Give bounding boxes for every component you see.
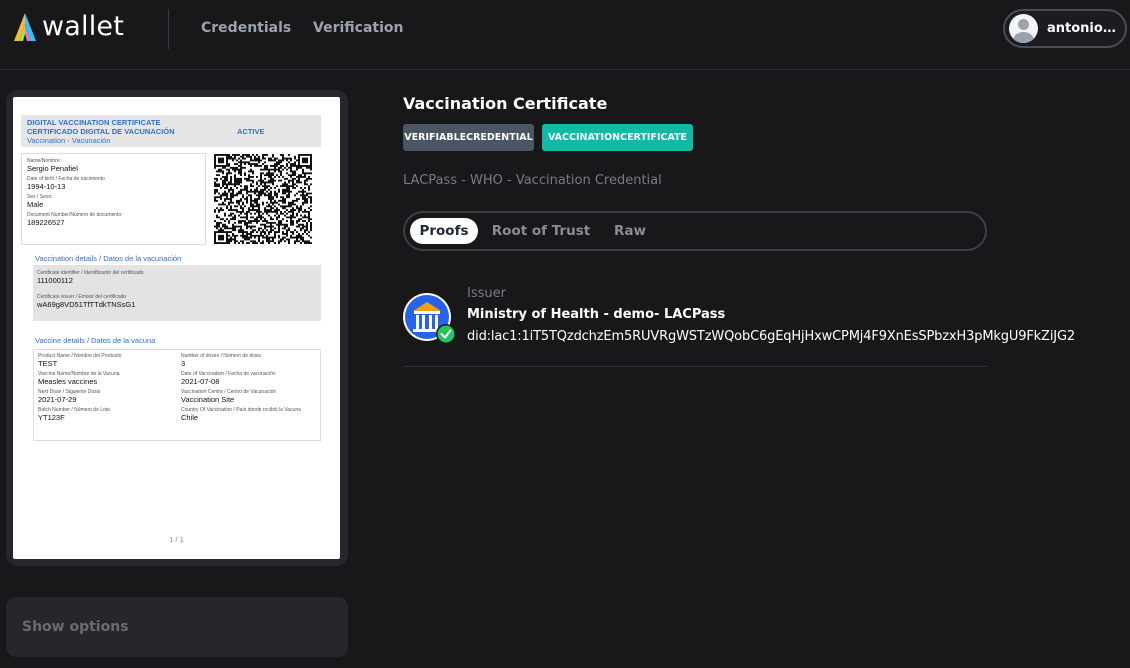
tab-raw[interactable]: Raw: [603, 218, 657, 244]
tab-proofs[interactable]: Proofs: [410, 218, 478, 244]
vaccine-column-left: Product Name / Nombre del Producto TEST …: [38, 353, 178, 425]
show-options-label: Show options: [22, 619, 129, 635]
tab-root-of-trust[interactable]: Root of Trust: [489, 218, 593, 244]
show-options-button[interactable]: Show options: [6, 597, 348, 657]
qr-code-modules: [214, 154, 312, 244]
field-value: 2021-07-29: [38, 395, 77, 404]
field-value: Male: [27, 200, 44, 209]
field-value: YT123F: [38, 413, 65, 422]
nav-divider: [168, 9, 169, 49]
certificate-title-es: CERTIFICADO DIGITAL DE VACUNACIÓN: [27, 127, 175, 136]
document-page[interactable]: DIGITAL VACCINATION CERTIFICATE CERTIFIC…: [13, 97, 340, 559]
nav-credentials[interactable]: Credentials: [201, 20, 291, 36]
issuer-label: Issuer: [467, 286, 506, 301]
app-logo-text: wallet: [42, 11, 125, 42]
verified-check-icon: [436, 324, 456, 344]
vaccine-column-right: Number of doses / Número de dosis 3 Date…: [181, 353, 321, 425]
badge-verifiable-credential: VERIFIABLECREDENTIAL: [403, 124, 534, 151]
vaccination-details-title: Vaccination details / Datos de la vacuna…: [35, 254, 182, 263]
person-info-box: Name/Nombre: Sergio Penafiel Date of bir…: [21, 153, 206, 245]
field-value: wA69g8VD51TfTTdkTNSsG1: [37, 300, 136, 309]
top-bar: wallet Credentials Verification antonio …: [0, 0, 1130, 70]
field-value: Chile: [181, 413, 199, 422]
field-value: 3: [181, 359, 186, 368]
user-name: antonio ...: [1047, 21, 1119, 36]
avatar-head: [1018, 19, 1029, 30]
field-value: Vaccination Site: [181, 395, 235, 404]
field-value: 111000112: [37, 276, 73, 285]
credential-title: Vaccination Certificate: [403, 94, 608, 113]
field-value: TEST: [38, 359, 58, 368]
app-logo[interactable]: wallet: [12, 12, 124, 42]
badge-vaccination-certificate: VACCINATIONCERTIFICATE: [542, 124, 693, 151]
certificate-status: ACTIVE: [237, 127, 265, 136]
avatar: [1009, 14, 1038, 43]
field-value: 189226527: [27, 218, 65, 227]
nav-verification[interactable]: Verification: [313, 20, 403, 36]
issuer-divider: [403, 366, 987, 367]
page-indicator: 1 / 1: [169, 535, 184, 544]
qr-code: [214, 154, 312, 244]
vaccine-details-title: Vaccine details / Datos de la vacuna: [35, 336, 156, 345]
field-value: 1994-10-13: [27, 182, 66, 191]
government-building-icon: [403, 293, 456, 344]
user-menu-button[interactable]: antonio ...: [1003, 9, 1127, 48]
credential-tabs: Proofs Root of Trust Raw: [403, 211, 987, 251]
certificate-header: DIGITAL VACCINATION CERTIFICATE CERTIFIC…: [21, 115, 321, 147]
certificate-info-box: Certificate identifier / Identificador d…: [33, 265, 321, 321]
field-value: 2021-07-08: [181, 377, 220, 386]
document-preview-card: DIGITAL VACCINATION CERTIFICATE CERTIFIC…: [6, 90, 348, 566]
certificate-title-en: DIGITAL VACCINATION CERTIFICATE: [27, 118, 161, 127]
credential-subtitle: LACPass - WHO - Vaccination Credential: [403, 173, 662, 188]
vaccine-info-box: Product Name / Nombre del Producto TEST …: [33, 349, 321, 441]
issuer-name: Ministry of Health - demo- LACPass: [467, 307, 726, 322]
field-label: Country Of Vaccination / País donde reci…: [181, 407, 301, 413]
field-value: Measles vaccines: [38, 377, 98, 386]
wallet-logo-icon: [14, 13, 36, 41]
avatar-body: [1013, 32, 1034, 43]
issuer-did[interactable]: did:lac1:1iT5TQzdchzEm5RUVRgWSTzWQobC6gE…: [467, 329, 1075, 344]
field-value: Sergio Penafiel: [27, 164, 78, 173]
certificate-type: Vaccination - Vacunación: [27, 136, 111, 145]
